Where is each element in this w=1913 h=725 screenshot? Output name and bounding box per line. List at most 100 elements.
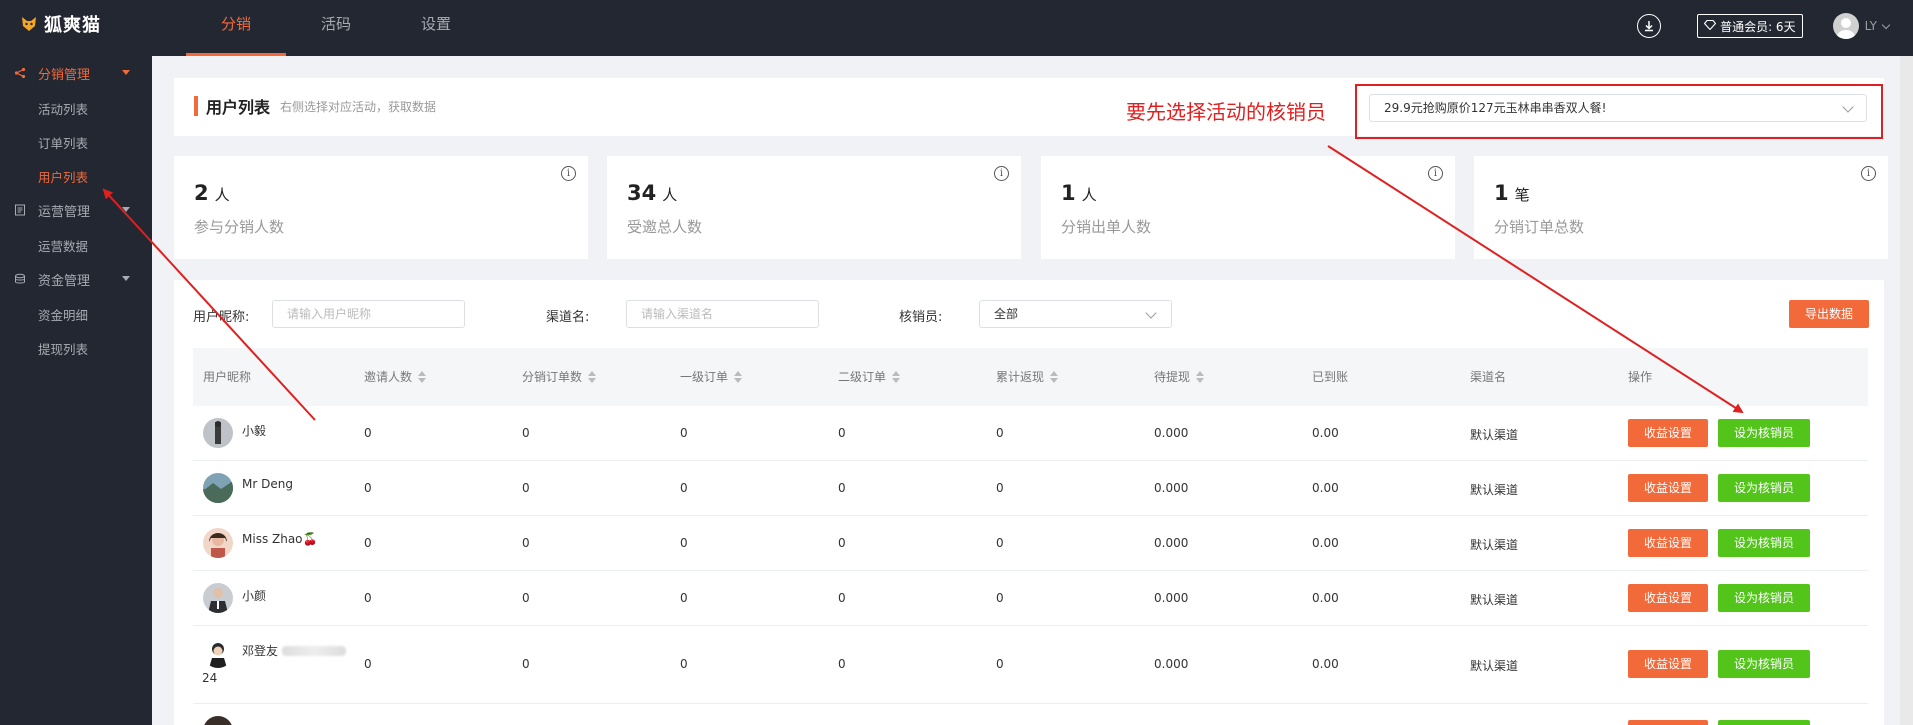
sidebar-group-funds[interactable]: 资金管理	[0, 264, 152, 294]
user-menu[interactable]: LY	[1832, 13, 1891, 39]
income-settings-button[interactable]: 收益设置	[1628, 474, 1708, 502]
level2-cell: 0	[838, 481, 846, 495]
member-label: 普通会员: 6天	[1720, 19, 1796, 34]
member-badge[interactable]: 普通会员: 6天	[1697, 14, 1803, 38]
set-verifier-button[interactable]: 设为核销员	[1718, 650, 1810, 678]
caret-down-icon	[122, 70, 130, 75]
info-icon[interactable]: i	[994, 166, 1009, 181]
stat-value: 1人	[1061, 181, 1097, 205]
income-settings-button[interactable]: 收益设置	[1628, 529, 1708, 557]
sort-icon[interactable]	[1196, 370, 1205, 383]
sidebar-item-activity-list[interactable]: 活动列表	[38, 99, 88, 118]
sidebar-group-label: 分销管理	[38, 67, 91, 83]
sort-icon[interactable]	[892, 370, 901, 383]
avatar	[203, 716, 233, 725]
info-icon[interactable]: i	[561, 166, 576, 181]
invites-cell: 0	[364, 481, 372, 495]
column-header-nickname: 用户昵称	[203, 370, 252, 384]
column-header-pending[interactable]: 待提现	[1154, 368, 1205, 385]
user-name: LY	[1864, 19, 1877, 33]
sidebar-group-distribution[interactable]: 分销管理	[0, 58, 152, 88]
pending-cell: 0.000	[1154, 426, 1189, 440]
sidebar-item-withdraw-list[interactable]: 提现列表	[38, 339, 88, 358]
received-cell: 0.00	[1312, 657, 1339, 671]
info-icon[interactable]: i	[1861, 166, 1876, 181]
set-verifier-button[interactable]: 设为核销员	[1718, 529, 1810, 557]
sidebar-item-order-list[interactable]: 订单列表	[38, 133, 88, 152]
level1-cell: 0	[680, 536, 688, 550]
level2-cell: 0	[838, 426, 846, 440]
chevron-down-icon	[1842, 101, 1854, 113]
channel-cell: 默认渠道	[1470, 483, 1519, 497]
top-nav: 分销 活码 设置	[186, 0, 486, 56]
nickname-input[interactable]: 请输入用户昵称	[272, 300, 465, 328]
document-icon	[14, 204, 26, 216]
income-settings-button[interactable]: 收益设置	[1628, 650, 1708, 678]
column-header-level1[interactable]: 一级订单	[680, 368, 743, 385]
download-icon[interactable]	[1637, 14, 1662, 38]
avatar	[203, 528, 233, 558]
sort-icon[interactable]	[1050, 370, 1059, 383]
sort-icon[interactable]	[418, 370, 427, 383]
set-verifier-button[interactable]	[1718, 720, 1810, 725]
cashback-cell: 0	[996, 426, 1004, 440]
column-header-level2[interactable]: 二级订单	[838, 368, 901, 385]
logo-text: 狐爽猫	[44, 15, 101, 36]
stat-value: 1笔	[1494, 181, 1530, 205]
stat-label: 分销出单人数	[1061, 218, 1152, 236]
caret-down-icon	[122, 207, 130, 212]
cashback-cell: 0	[996, 657, 1004, 671]
orders-cell: 0	[522, 536, 530, 550]
set-verifier-button[interactable]: 设为核销员	[1718, 584, 1810, 612]
sidebar-item-fund-details[interactable]: 资金明细	[38, 305, 88, 324]
received-cell: 0.00	[1312, 426, 1339, 440]
set-verifier-button[interactable]: 设为核销员	[1718, 474, 1810, 502]
income-settings-button[interactable]: 收益设置	[1628, 419, 1708, 447]
share-icon	[14, 67, 26, 79]
page-title-text: 用户列表	[206, 98, 271, 117]
stat-card-invitees: 34 人 受邀总人数 i	[607, 156, 1021, 259]
income-settings-button[interactable]	[1628, 720, 1708, 725]
sidebar-group-label: 运营管理	[38, 204, 91, 220]
pending-cell: 0.000	[1154, 591, 1189, 605]
export-button[interactable]: 导出数据	[1789, 300, 1869, 328]
page-scrollbar[interactable]	[1900, 56, 1913, 725]
received-cell: 0.00	[1312, 536, 1339, 550]
column-header-cashback[interactable]: 累计返现	[996, 368, 1059, 385]
received-cell: 0.00	[1312, 591, 1339, 605]
page-subtitle: 右侧选择对应活动，获取数据	[280, 99, 437, 114]
received-cell: 0.00	[1312, 481, 1339, 495]
tab-live-code[interactable]: 活码	[286, 0, 386, 56]
sidebar-item-operations-data[interactable]: 运营数据	[38, 236, 88, 255]
sort-icon[interactable]	[588, 370, 597, 383]
set-verifier-button[interactable]: 设为核销员	[1718, 419, 1810, 447]
orders-cell: 0	[522, 481, 530, 495]
table-row: 邓登友 24 0 0 0 0 0 0.000 0.00 默认渠道 收益设置 设为…	[193, 626, 1868, 704]
nickname-filter-label: 用户昵称:	[193, 310, 250, 325]
channel-cell: 默认渠道	[1470, 593, 1519, 607]
channel-input[interactable]: 请输入渠道名	[626, 300, 819, 328]
column-header-orders[interactable]: 分销订单数	[522, 368, 597, 385]
logo[interactable]: 狐爽猫	[20, 12, 101, 36]
title-accent-bar	[194, 96, 198, 116]
chevron-down-icon	[1881, 20, 1891, 29]
activity-select[interactable]: 29.9元抢购原价127元玉林串串香双人餐!	[1369, 94, 1867, 122]
stat-card-participants: 2人 参与分销人数 i	[174, 156, 588, 259]
tab-settings[interactable]: 设置	[386, 0, 486, 56]
chevron-down-icon	[1145, 307, 1157, 319]
tab-distribution[interactable]: 分销	[186, 0, 286, 56]
sidebar-group-operations[interactable]: 运营管理	[0, 195, 152, 225]
verifier-select[interactable]: 全部	[979, 300, 1172, 328]
column-header-invites[interactable]: 邀请人数	[364, 368, 427, 385]
sidebar-group-label: 资金管理	[38, 273, 91, 289]
income-settings-button[interactable]: 收益设置	[1628, 584, 1708, 612]
level1-cell: 0	[680, 481, 688, 495]
sort-icon[interactable]	[734, 370, 743, 383]
sidebar-item-user-list[interactable]: 用户列表	[38, 167, 88, 186]
info-icon[interactable]: i	[1428, 166, 1443, 181]
table-row: Miss Zhao🍒 0 0 0 0 0 0.000 0.00 默认渠道 收益设…	[193, 516, 1868, 571]
level2-cell: 0	[838, 657, 846, 671]
pending-cell: 0.000	[1154, 536, 1189, 550]
pending-cell: 0.000	[1154, 481, 1189, 495]
activity-select-value: 29.9元抢购原价127元玉林串串香双人餐!	[1384, 101, 1607, 115]
